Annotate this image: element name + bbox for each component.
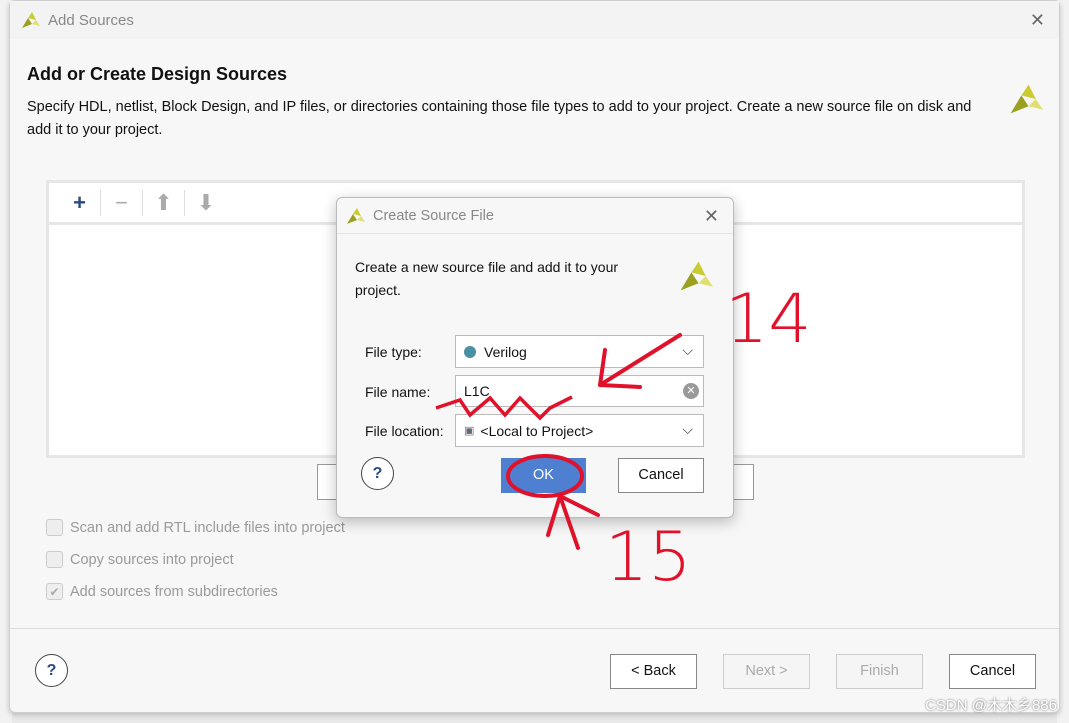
option-label: Copy sources into project (70, 551, 234, 568)
watermark: CSDN @木木乡886 (925, 697, 1057, 714)
modal-close-icon[interactable]: ✕ (704, 206, 719, 227)
vivado-logo-icon (22, 12, 40, 28)
checkbox-checked[interactable]: ✔ (46, 583, 63, 600)
file-location-label: File location: (365, 423, 444, 439)
title-bar: Add Sources (10, 1, 1059, 39)
file-location-select[interactable]: ▣ <Local to Project> ⌵ (455, 414, 704, 447)
option-scan-rtl[interactable]: Scan and add RTL include files into proj… (46, 519, 345, 536)
modal-title-bar: Create Source File (337, 198, 733, 234)
checkbox[interactable] (46, 519, 63, 536)
file-type-label: File type: (365, 344, 422, 360)
help-button[interactable]: ? (35, 654, 68, 687)
create-source-file-dialog: Create Source File ✕ Create a new source… (336, 197, 734, 518)
finish-button[interactable]: Finish (836, 654, 923, 689)
clear-icon[interactable]: ✕ (683, 383, 699, 399)
page-title: Add or Create Design Sources (27, 64, 288, 84)
option-copy-sources[interactable]: Copy sources into project (46, 551, 234, 568)
move-up-icon[interactable]: ⬆ (143, 189, 185, 216)
page-description: Specify HDL, netlist, Block Design, and … (27, 99, 972, 138)
chevron-down-icon[interactable]: ⌵ (682, 421, 693, 438)
window-title: Add Sources (48, 11, 134, 29)
option-label: Scan and add RTL include files into proj… (70, 519, 345, 536)
next-button[interactable]: Next > (723, 654, 810, 689)
chevron-down-icon[interactable]: ⌵ (682, 342, 693, 359)
verilog-dot-icon (464, 345, 476, 358)
modal-description: Create a new source file and add it to y… (355, 259, 619, 298)
option-add-subdirectories[interactable]: ✔ Add sources from subdirectories (46, 583, 278, 600)
close-icon[interactable]: ✕ (1030, 10, 1045, 31)
annotation-step-14: 14 (725, 280, 812, 359)
back-button[interactable]: < Back (610, 654, 697, 689)
modal-title: Create Source File (373, 207, 494, 224)
add-icon[interactable]: + (59, 189, 101, 216)
file-name-input[interactable]: L1C ✕ (455, 375, 704, 407)
file-name-value: L1C (464, 383, 490, 399)
move-down-icon[interactable]: ⬇ (185, 190, 227, 216)
ok-button[interactable]: OK (501, 458, 586, 493)
file-type-value: Verilog (484, 343, 527, 360)
vivado-logo-icon (680, 261, 713, 291)
file-type-select[interactable]: Verilog ⌵ (455, 335, 704, 368)
divider (10, 628, 1059, 629)
folder-icon: ▣ (464, 425, 475, 437)
modal-help-button[interactable]: ? (361, 457, 394, 490)
remove-icon[interactable]: − (101, 189, 143, 216)
file-location-value: <Local to Project> (480, 422, 594, 439)
option-label: Add sources from subdirectories (70, 583, 278, 600)
vivado-logo-icon (1010, 84, 1043, 114)
annotation-step-15: 15 (605, 518, 692, 597)
checkbox[interactable] (46, 551, 63, 568)
modal-cancel-button[interactable]: Cancel (618, 458, 704, 493)
file-name-label: File name: (365, 384, 431, 400)
cancel-button[interactable]: Cancel (949, 654, 1036, 689)
vivado-logo-icon (347, 207, 365, 224)
